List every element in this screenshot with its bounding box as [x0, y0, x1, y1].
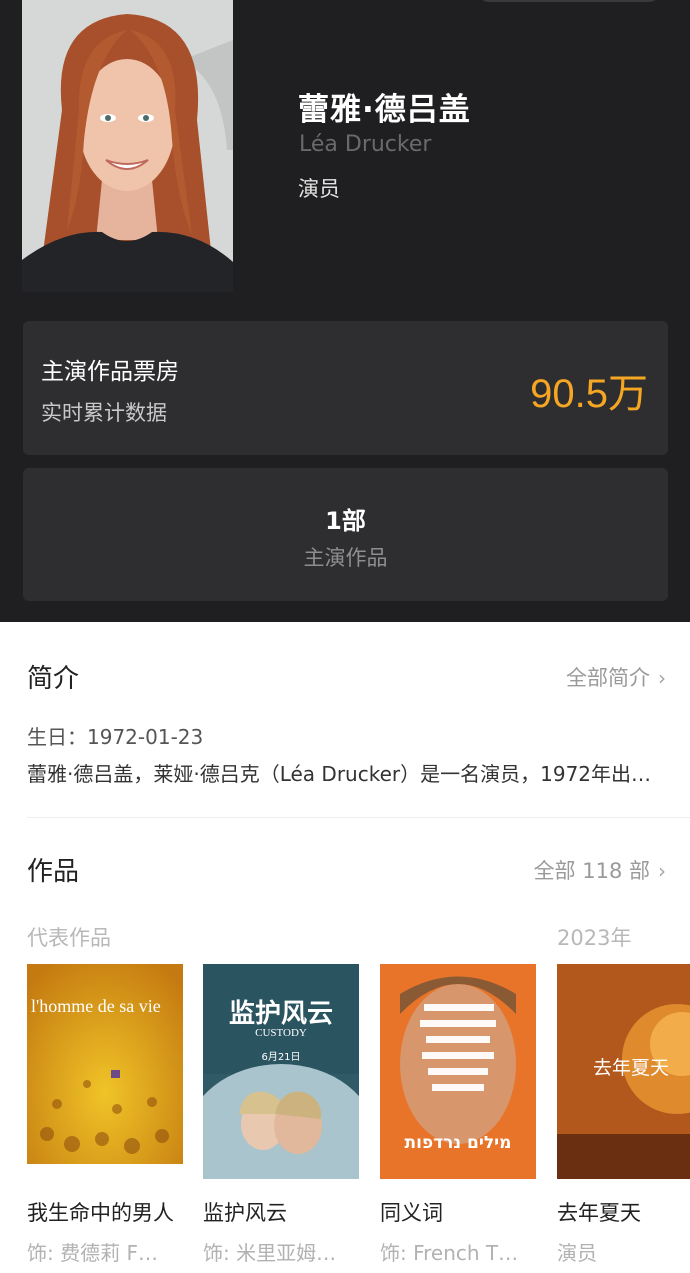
actor-role: 演员	[298, 177, 340, 201]
section-divider	[27, 817, 690, 818]
works-section-title: 作品	[27, 857, 80, 887]
work-role-3: 饰: French T…	[380, 1241, 519, 1265]
actor-name-cn: 蕾雅·德吕盖	[298, 92, 471, 128]
box-office-title: 主演作品票房	[41, 359, 179, 385]
poster-1-title-text: l'homme de sa vie	[31, 996, 161, 1016]
poster-1[interactable]: l'homme de sa vie	[27, 964, 183, 1179]
actor-header: 蕾雅·德吕盖 Léa Drucker 演员 主演作品票房 实时累计数据 90.5…	[0, 0, 690, 622]
poster-2[interactable]: 监护风云 CUSTODY 6月21日	[203, 964, 359, 1179]
poster-4[interactable]: 去年夏天	[557, 964, 690, 1179]
poster-4-title-text: 去年夏天	[593, 1057, 669, 1079]
birthday-text: 生日：1972-01-23	[27, 725, 204, 749]
intro-more-label: 全部简介	[566, 666, 650, 690]
box-office-subtitle: 实时累计数据	[41, 401, 167, 425]
box-office-value: 90.5万	[530, 372, 648, 416]
bio-text[interactable]: 蕾雅·德吕盖，莱娅·德吕克（Léa Drucker）是一名演员，1972年出生于…	[27, 758, 652, 787]
chevron-right-icon: ›	[658, 859, 666, 883]
intro-more-link[interactable]: 全部简介 ›	[566, 662, 666, 692]
lead-works-card[interactable]: 1部 主演作品	[23, 468, 668, 601]
poster-3[interactable]: מילים נרדפות	[380, 964, 536, 1179]
year-label: 2023年	[557, 926, 632, 950]
poster-2-title-text: 监护风云	[229, 999, 333, 1029]
representative-works-label: 代表作品	[27, 926, 111, 950]
box-office-card[interactable]: 主演作品票房 实时累计数据 90.5万	[23, 321, 668, 455]
work-role-1: 饰: 费德莉 F…	[27, 1241, 158, 1265]
actor-name-en: Léa Drucker	[299, 132, 432, 157]
work-role-4: 演员	[557, 1241, 597, 1265]
work-role-2: 饰: 米里亚姆…	[203, 1241, 337, 1265]
top-pill-button[interactable]	[478, 0, 660, 2]
actor-photo[interactable]	[22, 0, 233, 292]
chevron-right-icon: ›	[658, 666, 666, 690]
poster-2-subtitle-text: CUSTODY	[255, 1027, 307, 1039]
poster-3-title-text: מילים נרדפות	[405, 1133, 512, 1153]
work-title-4[interactable]: 去年夏天	[557, 1197, 690, 1227]
work-title-3[interactable]: 同义词	[380, 1197, 530, 1227]
work-title-2[interactable]: 监护风云	[203, 1197, 353, 1227]
lead-works-count: 1部	[325, 507, 366, 535]
work-title-1[interactable]: 我生命中的男人	[27, 1197, 177, 1227]
lead-works-label: 主演作品	[303, 546, 388, 570]
works-more-label: 全部 118 部	[533, 859, 650, 883]
works-more-link[interactable]: 全部 118 部 ›	[534, 855, 666, 885]
poster-2-date-text: 6月21日	[261, 1051, 300, 1063]
intro-section-title: 简介	[27, 664, 80, 694]
